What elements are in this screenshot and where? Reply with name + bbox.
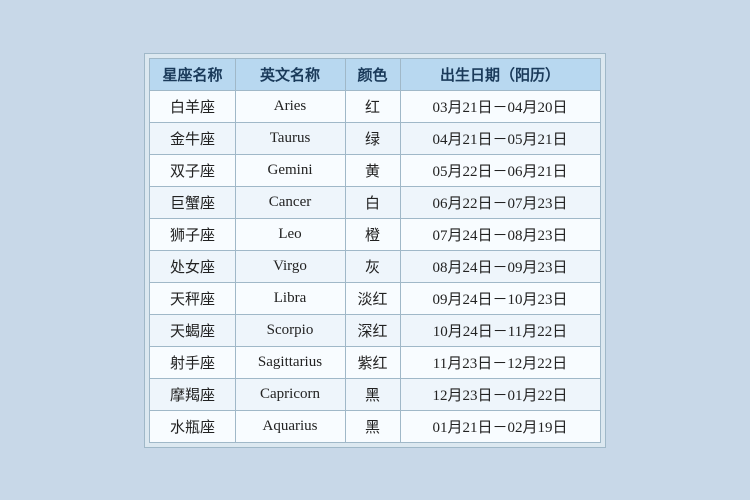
table-row: 双子座Gemini黄05月22日－06月21日 (150, 154, 600, 186)
cell-english: Aries (235, 90, 345, 122)
cell-color: 黑 (345, 378, 400, 410)
cell-date: 06月22日－07月23日 (400, 186, 600, 218)
zodiac-table: 星座名称 英文名称 颜色 出生日期（阳历） 白羊座Aries红03月21日－04… (149, 58, 600, 443)
table-header-row: 星座名称 英文名称 颜色 出生日期（阳历） (150, 58, 600, 90)
cell-color: 黄 (345, 154, 400, 186)
cell-english: Leo (235, 218, 345, 250)
cell-date: 08月24日－09月23日 (400, 250, 600, 282)
table-row: 巨蟹座Cancer白06月22日－07月23日 (150, 186, 600, 218)
zodiac-table-container: 星座名称 英文名称 颜色 出生日期（阳历） 白羊座Aries红03月21日－04… (144, 53, 605, 448)
cell-date: 09月24日－10月23日 (400, 282, 600, 314)
cell-english: Aquarius (235, 410, 345, 442)
cell-chinese: 摩羯座 (150, 378, 235, 410)
cell-color: 橙 (345, 218, 400, 250)
table-row: 摩羯座Capricorn黑12月23日－01月22日 (150, 378, 600, 410)
table-row: 天秤座Libra淡红09月24日－10月23日 (150, 282, 600, 314)
cell-color: 灰 (345, 250, 400, 282)
cell-date: 10月24日－11月22日 (400, 314, 600, 346)
table-row: 射手座Sagittarius紫红11月23日－12月22日 (150, 346, 600, 378)
cell-chinese: 双子座 (150, 154, 235, 186)
cell-chinese: 巨蟹座 (150, 186, 235, 218)
cell-english: Virgo (235, 250, 345, 282)
header-chinese: 星座名称 (150, 58, 235, 90)
cell-date: 04月21日－05月21日 (400, 122, 600, 154)
cell-english: Cancer (235, 186, 345, 218)
table-body: 白羊座Aries红03月21日－04月20日金牛座Taurus绿04月21日－0… (150, 90, 600, 442)
cell-english: Gemini (235, 154, 345, 186)
cell-english: Capricorn (235, 378, 345, 410)
cell-english: Sagittarius (235, 346, 345, 378)
cell-date: 11月23日－12月22日 (400, 346, 600, 378)
cell-date: 03月21日－04月20日 (400, 90, 600, 122)
table-row: 水瓶座Aquarius黑01月21日－02月19日 (150, 410, 600, 442)
cell-color: 白 (345, 186, 400, 218)
cell-date: 05月22日－06月21日 (400, 154, 600, 186)
cell-english: Libra (235, 282, 345, 314)
header-english: 英文名称 (235, 58, 345, 90)
cell-chinese: 天蝎座 (150, 314, 235, 346)
cell-color: 绿 (345, 122, 400, 154)
cell-chinese: 水瓶座 (150, 410, 235, 442)
cell-color: 红 (345, 90, 400, 122)
cell-english: Taurus (235, 122, 345, 154)
cell-english: Scorpio (235, 314, 345, 346)
table-row: 白羊座Aries红03月21日－04月20日 (150, 90, 600, 122)
cell-chinese: 金牛座 (150, 122, 235, 154)
table-row: 狮子座Leo橙07月24日－08月23日 (150, 218, 600, 250)
cell-date: 01月21日－02月19日 (400, 410, 600, 442)
header-date: 出生日期（阳历） (400, 58, 600, 90)
cell-chinese: 射手座 (150, 346, 235, 378)
table-row: 处女座Virgo灰08月24日－09月23日 (150, 250, 600, 282)
cell-chinese: 处女座 (150, 250, 235, 282)
cell-date: 12月23日－01月22日 (400, 378, 600, 410)
table-row: 天蝎座Scorpio深红10月24日－11月22日 (150, 314, 600, 346)
cell-color: 紫红 (345, 346, 400, 378)
table-row: 金牛座Taurus绿04月21日－05月21日 (150, 122, 600, 154)
cell-chinese: 白羊座 (150, 90, 235, 122)
cell-color: 深红 (345, 314, 400, 346)
cell-chinese: 天秤座 (150, 282, 235, 314)
header-color: 颜色 (345, 58, 400, 90)
cell-color: 黑 (345, 410, 400, 442)
cell-chinese: 狮子座 (150, 218, 235, 250)
cell-date: 07月24日－08月23日 (400, 218, 600, 250)
cell-color: 淡红 (345, 282, 400, 314)
